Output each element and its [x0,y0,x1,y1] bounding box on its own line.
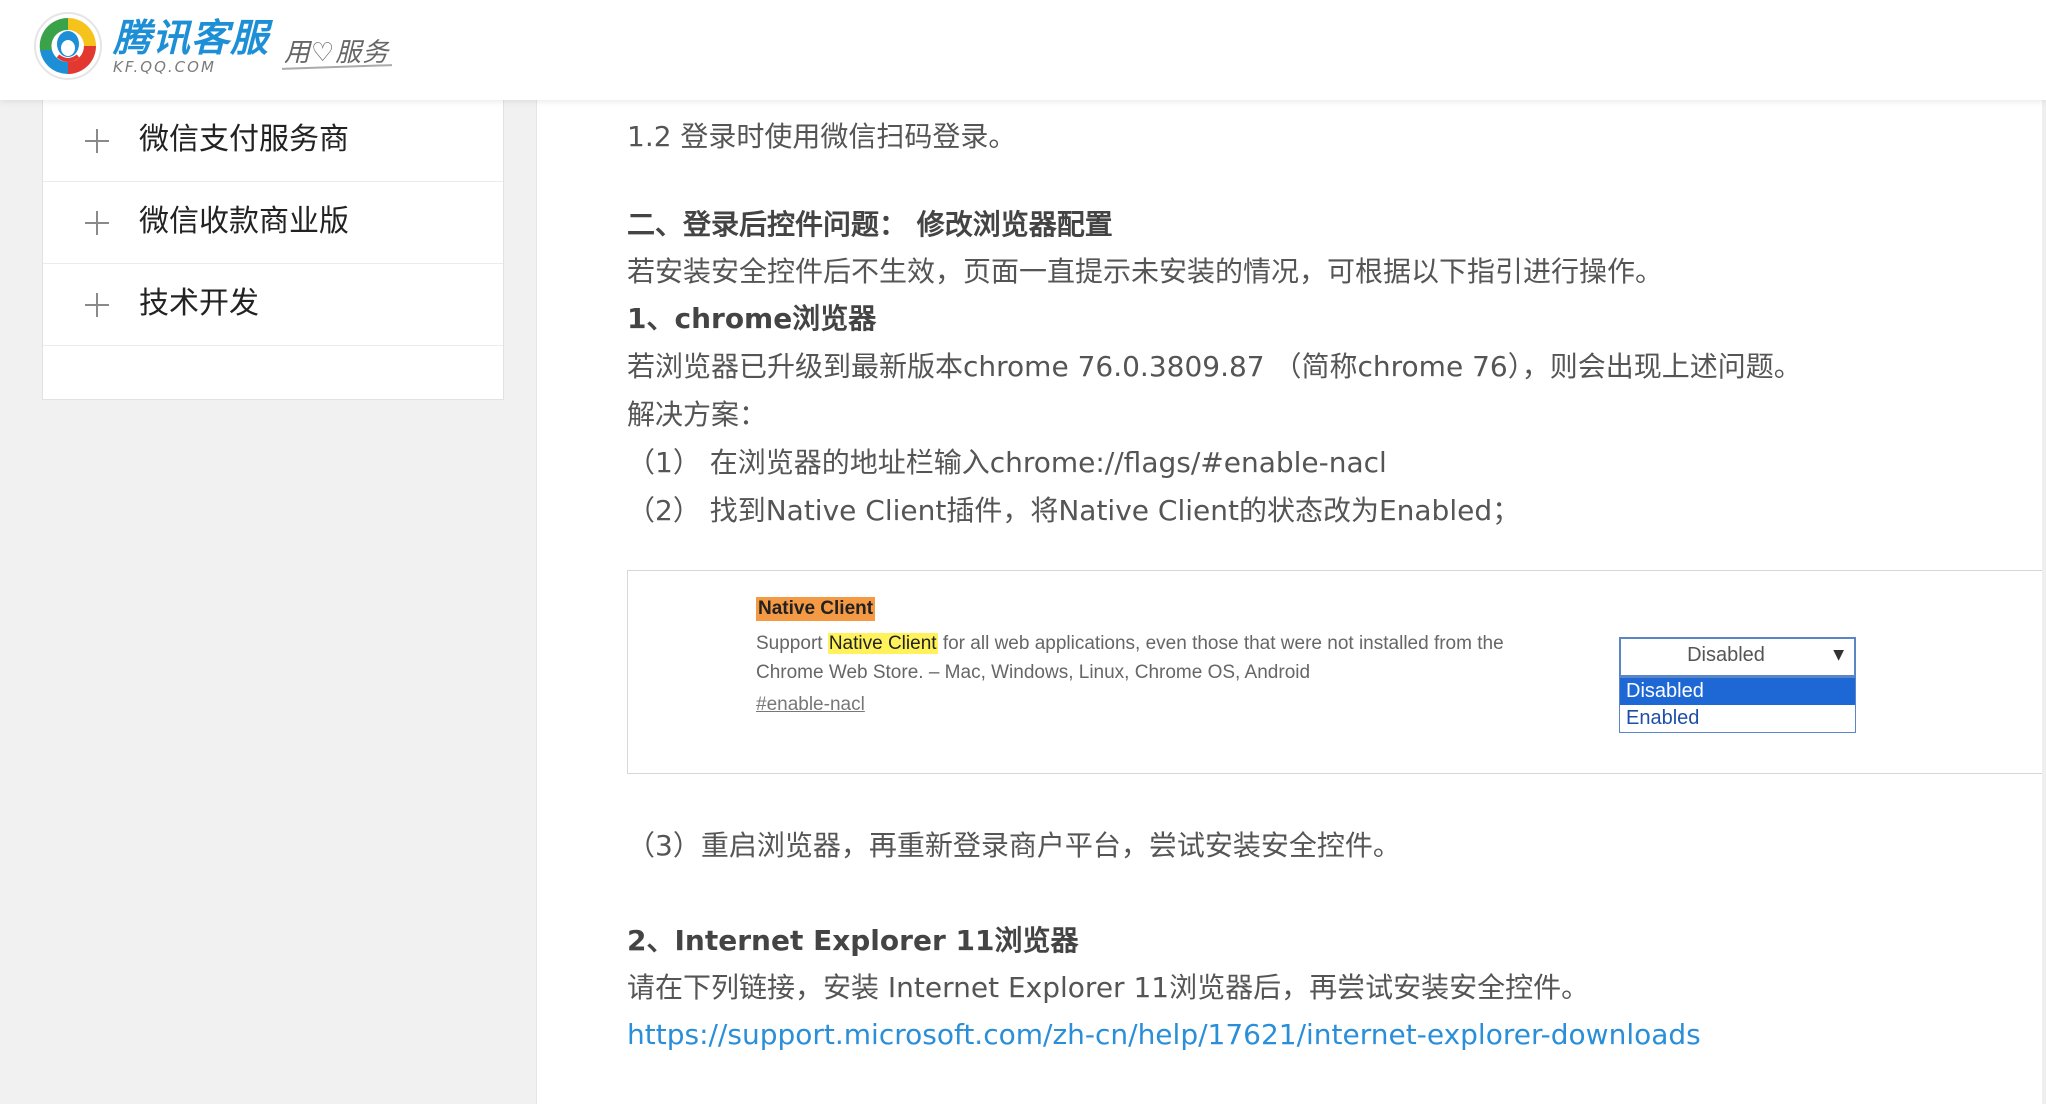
flag-anchor-link: #enable-nacl [756,694,865,715]
ie-download-link[interactable]: https://support.microsoft.com/zh-cn/help… [627,1015,1701,1055]
sidebar-item-label: 微信收款商业版 [139,204,349,239]
ie-heading: 2、Internet Explorer 11浏览器 [627,924,1079,957]
sidebar-item-wechat-collection-business[interactable]: 微信收款商业版 [43,182,503,264]
logo-domain: KF.QQ.COM [113,58,216,76]
plus-icon [77,121,117,161]
plus-icon [77,203,117,243]
ie-description: 请在下列链接，安装 Internet Explorer 11浏览器后，再尝试安装… [627,971,1590,1004]
flag-desc-prefix: Support [756,633,828,654]
chrome-heading: 1、chrome浏览器 [627,302,877,335]
solution-label: 解决方案： [627,398,768,431]
section-2-intro: 若安装安全控件后不生效，页面一直提示未安装的情况，可根据以下指引进行操作。 [627,255,1664,288]
slogan: 用♡服务 [284,38,390,68]
dropdown-option-enabled: Enabled [1626,707,1700,729]
solution-step-3: （3）重启浏览器，再重新登录商户平台，尝试安装安全控件。 [627,829,1401,862]
tencent-service-logo-icon[interactable] [32,10,104,82]
caret-down-icon: ▼ [1833,647,1844,663]
section-2-heading: 二、登录后控件问题： 修改浏览器配置 [627,208,1113,241]
plus-icon [77,285,117,325]
flag-title: Native Client [756,597,876,621]
dropdown-options: Disabled Enabled [1619,677,1856,733]
solution-step-2: （2） 找到Native Client插件，将Native Client的状态改… [627,494,1521,527]
chrome-description: 若浏览器已升级到最新版本chrome 76.0.3809.87 （简称chrom… [627,350,1802,383]
dropdown-option-disabled: Disabled [1620,678,1855,705]
page-scrollbar[interactable] [2042,100,2046,1104]
article-content: 1.2 登录时使用微信扫码登录。 二、登录后控件问题： 修改浏览器配置 若安装安… [536,100,2046,1104]
sidebar-item-tech-dev[interactable]: 技术开发 [43,264,503,346]
step-1-2-text: 1.2 登录时使用微信扫码登录。 [627,120,1017,153]
sidebar-item-label: 微信支付服务商 [139,122,349,157]
flag-state-dropdown: Disabled ▼ [1619,637,1856,677]
sidebar-item-label: 技术开发 [139,286,259,321]
site-header: 腾讯客服 KF.QQ.COM 用♡服务 [0,0,2046,100]
flag-description: Support Native Client for all web applic… [756,629,1576,687]
sidebar: 微信支付服务商 微信收款商业版 技术开发 [42,100,504,400]
solution-step-1: （1） 在浏览器的地址栏输入chrome://flags/#enable-nac… [627,446,1387,479]
logo-text[interactable]: 腾讯客服 [113,16,269,60]
sidebar-item-wechat-pay-provider[interactable]: 微信支付服务商 [43,100,503,182]
flag-desc-highlight: Native Client [827,633,938,654]
chrome-flags-screenshot: Native Client Support Native Client for … [627,570,2046,774]
dropdown-selected-value: Disabled [1687,644,1765,666]
